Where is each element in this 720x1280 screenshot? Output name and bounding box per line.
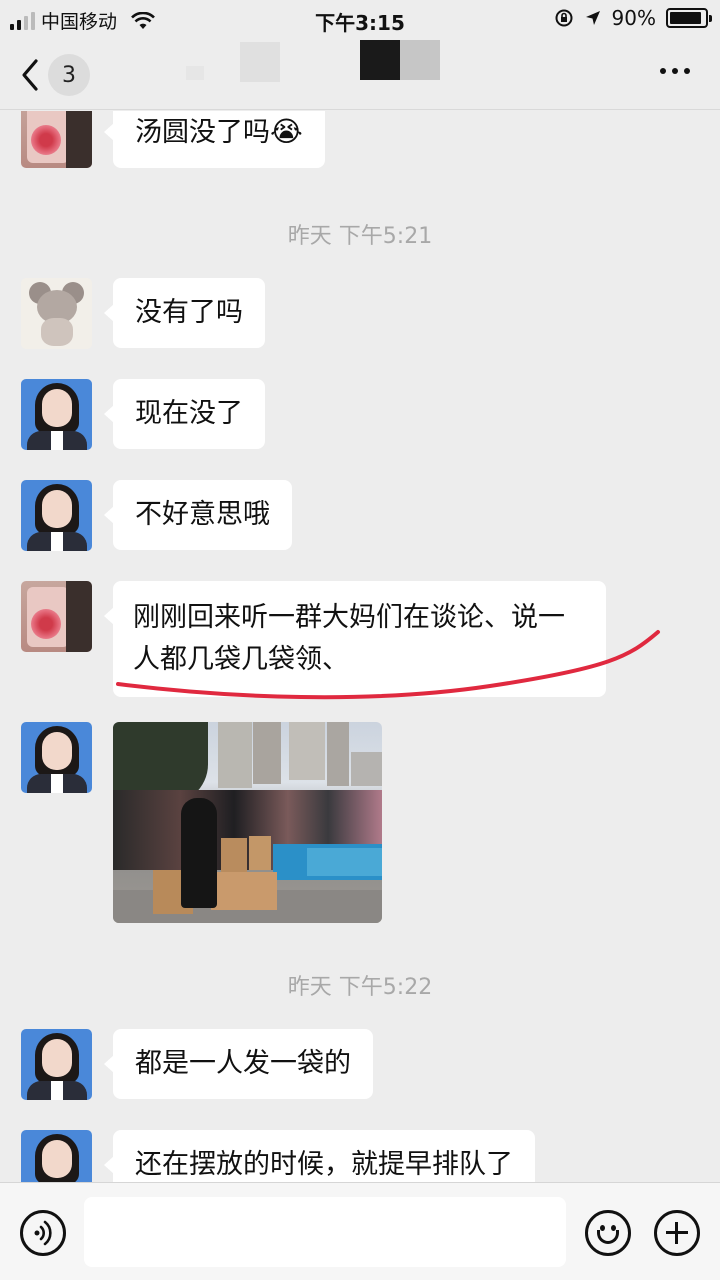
battery-fill (670, 12, 701, 24)
redacted-title-part (186, 66, 204, 80)
message-bubble[interactable]: 现在没了 (104, 379, 265, 449)
avatar[interactable] (21, 111, 92, 168)
message-text: 不好意思哦 (135, 499, 270, 530)
nav-bar: 3 (0, 38, 720, 110)
message-row: 还在摆放的时候，就提早排队了 (21, 1130, 535, 1182)
photo-message[interactable] (113, 722, 382, 923)
redacted-title-part (400, 40, 440, 80)
timestamp: 昨天 下午5:21 (287, 224, 433, 249)
message-bubble[interactable]: 没有了吗 (104, 278, 265, 348)
message-bubble[interactable]: 汤圆没了吗😭 (104, 111, 325, 168)
avatar[interactable] (21, 278, 92, 349)
chat-messages[interactable]: 汤圆没了吗😭 昨天 下午5:21 没有了吗 现在没了 不好意思哦 刚刚回来听一群… (0, 111, 720, 1182)
message-bubble[interactable]: 不好意思哦 (104, 480, 292, 550)
message-text: 现在没了 (135, 398, 243, 429)
input-bar (0, 1182, 720, 1280)
avatar[interactable] (21, 480, 92, 551)
message-row: 现在没了 (21, 379, 265, 450)
message-text: 还在摆放的时候，就提早排队了 (135, 1149, 513, 1180)
battery-icon (666, 8, 712, 28)
more-dots-icon (660, 68, 666, 74)
battery-percent: 90% (611, 6, 656, 30)
message-bubble[interactable]: 都是一人发一袋的 (104, 1029, 373, 1099)
avatar[interactable] (21, 379, 92, 450)
message-text: 汤圆没了吗 (135, 117, 270, 148)
orientation-lock-icon (555, 9, 573, 27)
avatar[interactable] (21, 722, 92, 793)
redacted-title-part (360, 40, 400, 80)
message-row: 都是一人发一袋的 (21, 1029, 373, 1100)
message-row (21, 722, 382, 923)
message-row: 没有了吗 (21, 278, 265, 349)
unread-count-badge: 3 (48, 54, 90, 96)
voice-icon (34, 1220, 52, 1246)
avatar[interactable] (21, 1029, 92, 1100)
message-text: 没有了吗 (135, 297, 243, 328)
message-bubble[interactable]: 还在摆放的时候，就提早排队了 (104, 1130, 535, 1182)
message-row: 不好意思哦 (21, 480, 292, 551)
avatar[interactable] (21, 1130, 92, 1182)
timestamp: 昨天 下午5:22 (287, 975, 433, 1000)
redacted-title-part (240, 42, 280, 82)
avatar[interactable] (21, 581, 92, 652)
back-button[interactable]: 3 (20, 54, 90, 96)
plus-button[interactable] (654, 1210, 700, 1256)
location-icon (585, 11, 600, 25)
message-row: 汤圆没了吗😭 (21, 111, 325, 168)
red-underline-annotation (116, 630, 660, 700)
crying-emoji: 😭 (270, 115, 303, 148)
message-text: 都是一人发一袋的 (135, 1048, 351, 1079)
emoji-button[interactable] (585, 1210, 631, 1256)
chevron-left-icon (22, 59, 38, 91)
status-bar: 中国移动 下午3:15 90% (0, 0, 720, 38)
more-options-button[interactable] (660, 68, 690, 74)
status-right: 90% (554, 6, 712, 30)
message-input[interactable] (84, 1197, 566, 1267)
voice-button[interactable] (20, 1210, 66, 1256)
